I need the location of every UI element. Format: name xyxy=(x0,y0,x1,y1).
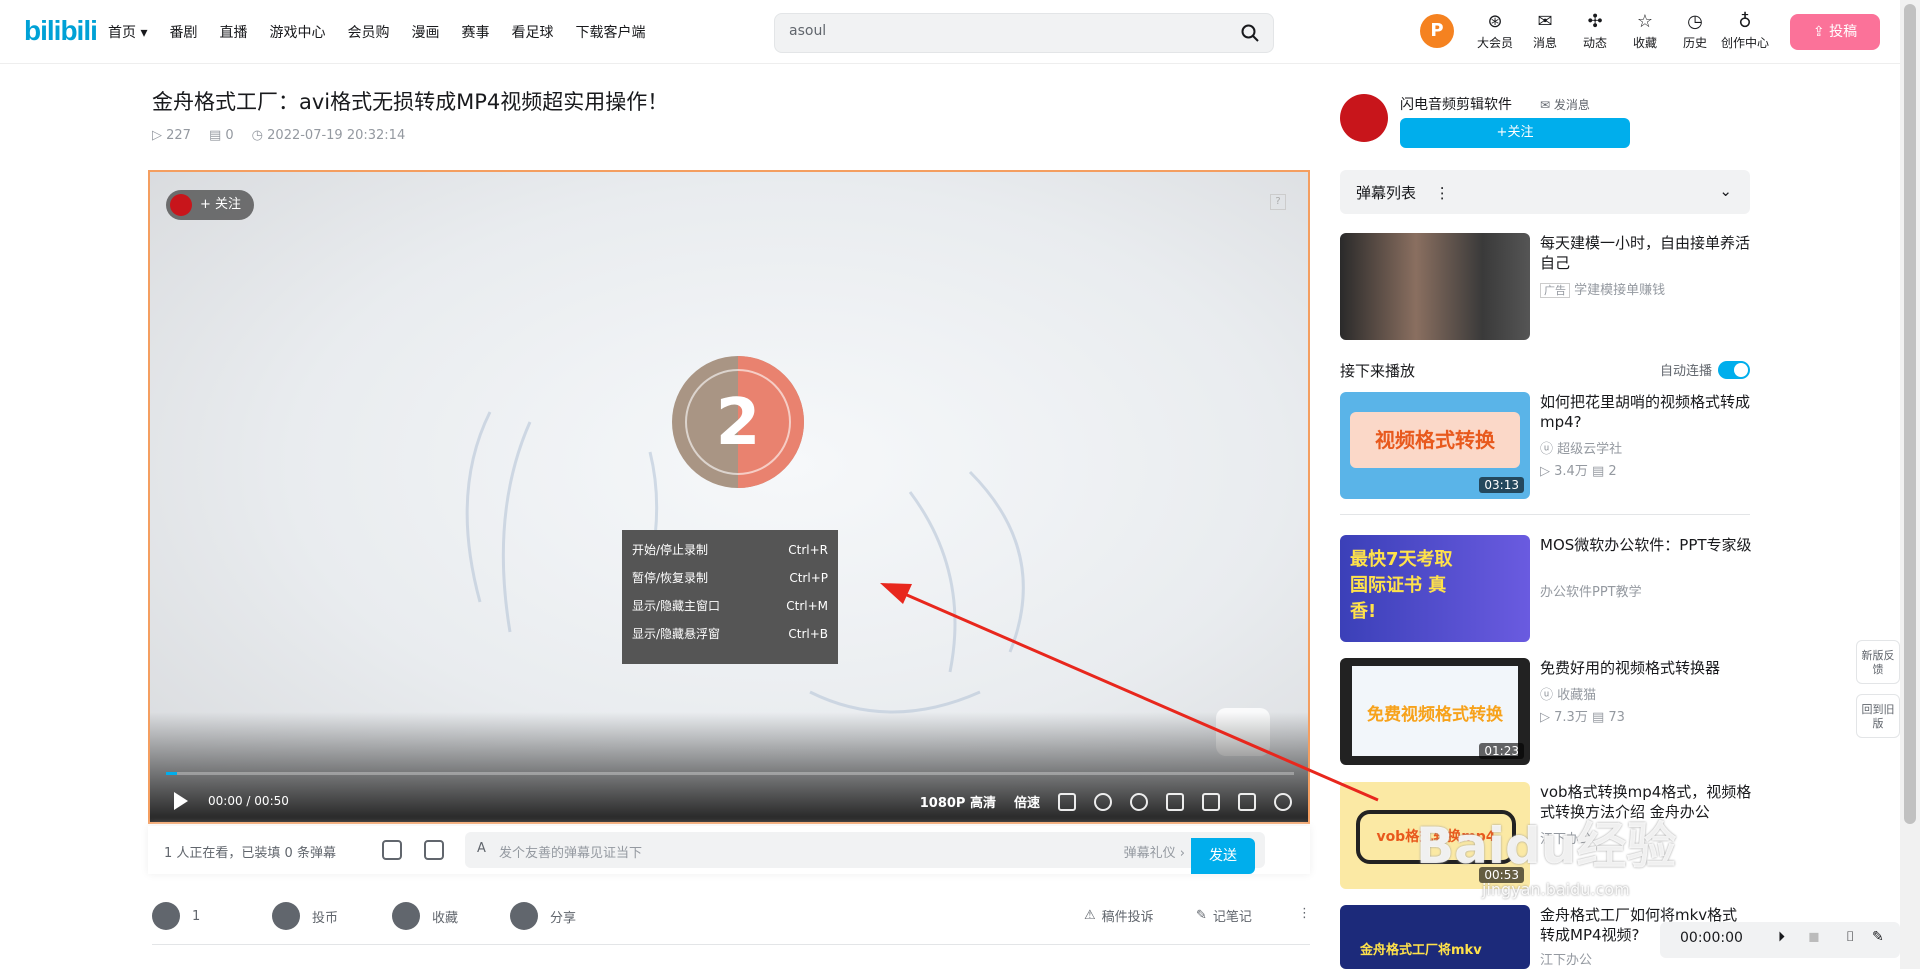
page-scrollbar[interactable] xyxy=(1900,0,1920,969)
annotation-arrow xyxy=(880,583,1379,802)
scrollbar-thumb[interactable] xyxy=(1904,4,1916,824)
